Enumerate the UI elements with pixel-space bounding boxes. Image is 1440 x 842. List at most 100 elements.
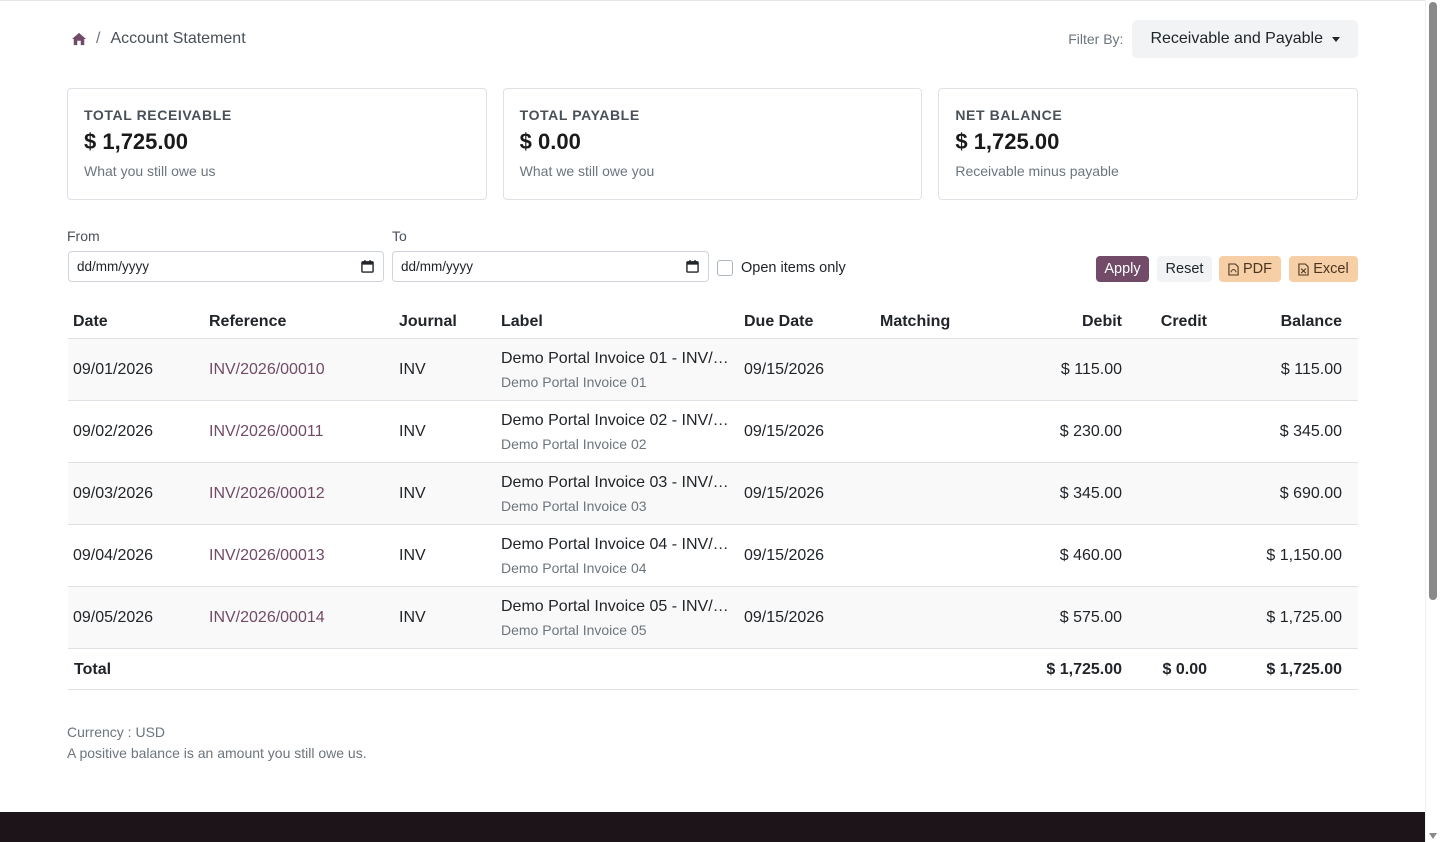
total-label: Total <box>74 661 112 678</box>
scrollbar-thumb[interactable] <box>1429 2 1437 600</box>
row-reference-link[interactable]: INV/2026/00011 <box>209 423 323 441</box>
from-date-input[interactable]: dd/mm/yyyy <box>68 251 384 282</box>
row-due-date: 09/15/2026 <box>744 423 825 440</box>
card-value: $ 0.00 <box>519 129 581 154</box>
col-due-date: Due Date <box>744 313 814 330</box>
row-journal: INV <box>399 485 426 502</box>
row-debit: $ 460.00 <box>1059 547 1122 564</box>
row-balance: $ 115.00 <box>1280 361 1342 378</box>
row-debit: $ 345.00 <box>1059 485 1122 502</box>
table-row: 09/02/2026 INV/2026/00011 INV Demo Porta… <box>68 401 1358 463</box>
breadcrumb-separator: / <box>96 30 101 47</box>
row-reference-link[interactable]: INV/2026/00014 <box>209 609 325 627</box>
row-date: 09/05/2026 <box>73 609 154 626</box>
card-subtitle: What we still owe you <box>519 163 655 179</box>
row-balance: $ 345.00 <box>1279 423 1342 440</box>
filter-group: Filter By: Receivable and Payable <box>1068 20 1358 58</box>
total-payable-card: TOTAL PAYABLE $ 0.00 What we still owe y… <box>502 88 923 200</box>
open-items-label[interactable]: Open items only <box>741 260 846 276</box>
currency-note: Currency : USD <box>67 724 166 740</box>
card-subtitle: What you still owe us <box>84 163 216 179</box>
row-journal: INV <box>399 609 426 626</box>
row-journal: INV <box>399 361 426 378</box>
card-title: NET BALANCE <box>955 107 1063 123</box>
apply-button[interactable]: Apply <box>1096 256 1149 282</box>
to-date-value: dd/mm/yyyy <box>401 259 474 274</box>
row-reference-link[interactable]: INV/2026/00013 <box>209 547 325 565</box>
table-row: 09/01/2026 INV/2026/00010 INV Demo Porta… <box>68 339 1358 401</box>
card-subtitle: Receivable minus payable <box>955 163 1119 179</box>
caret-down-icon <box>1332 36 1340 42</box>
summary-cards: TOTAL RECEIVABLE $ 1,725.00 What you sti… <box>67 88 1359 200</box>
row-balance: $ 1,150.00 <box>1266 547 1342 564</box>
row-label: Demo Portal Invoice 03 - INV/2026/00012 <box>501 474 729 491</box>
vertical-scrollbar[interactable] <box>1425 0 1440 842</box>
to-label: To <box>392 228 407 244</box>
pdf-label: PDF <box>1243 261 1272 277</box>
reset-button[interactable]: Reset <box>1157 256 1212 282</box>
total-balance: $ 1,725.00 <box>1266 661 1342 678</box>
row-date: 09/03/2026 <box>73 485 154 502</box>
pdf-export-button[interactable]: PDF <box>1219 256 1281 282</box>
scroll-down-arrow-icon[interactable] <box>1429 833 1437 839</box>
row-reference-link[interactable]: INV/2026/00010 <box>209 361 325 379</box>
file-pdf-icon <box>1228 262 1239 276</box>
row-debit: $ 575.00 <box>1059 609 1122 626</box>
card-title: TOTAL RECEIVABLE <box>84 107 232 123</box>
row-debit: $ 115.00 <box>1060 361 1122 378</box>
col-journal: Journal <box>399 313 457 330</box>
card-value: $ 1,725.00 <box>84 129 188 154</box>
row-sublabel: Demo Portal Invoice 02 <box>501 436 647 452</box>
calendar-icon[interactable] <box>361 260 374 273</box>
excel-export-button[interactable]: Excel <box>1289 256 1358 282</box>
excel-label: Excel <box>1313 261 1349 277</box>
filter-dropdown[interactable]: Receivable and Payable <box>1132 20 1358 58</box>
calendar-icon[interactable] <box>686 260 699 273</box>
row-sublabel: Demo Portal Invoice 04 <box>501 560 647 576</box>
table-row: 09/03/2026 INV/2026/00012 INV Demo Porta… <box>68 463 1358 525</box>
row-due-date: 09/15/2026 <box>744 609 825 626</box>
top-border <box>0 0 1425 1</box>
row-debit: $ 230.00 <box>1059 423 1122 440</box>
from-date-value: dd/mm/yyyy <box>77 259 150 274</box>
balance-explanation: A positive balance is an amount you stil… <box>67 745 367 761</box>
col-date: Date <box>73 313 108 330</box>
total-debit: $ 1,725.00 <box>1046 661 1122 678</box>
open-items-checkbox[interactable] <box>717 260 733 276</box>
table-header: Date Reference Journal Label Due Date Ma… <box>68 306 1358 339</box>
net-balance-card: NET BALANCE $ 1,725.00 Receivable minus … <box>938 88 1359 200</box>
row-due-date: 09/15/2026 <box>744 547 825 564</box>
breadcrumb: / Account Statement <box>72 30 246 48</box>
filter-selected: Receivable and Payable <box>1150 30 1323 47</box>
row-date: 09/01/2026 <box>73 361 154 378</box>
row-balance: $ 690.00 <box>1279 485 1342 502</box>
row-label: Demo Portal Invoice 02 - INV/2026/00011 <box>501 412 729 429</box>
table-total-row: Total $ 1,725.00 $ 0.00 $ 1,725.00 <box>68 649 1358 690</box>
to-date-input[interactable]: dd/mm/yyyy <box>392 251 709 282</box>
card-title: TOTAL PAYABLE <box>519 107 640 123</box>
row-date: 09/04/2026 <box>73 547 154 564</box>
row-due-date: 09/15/2026 <box>744 485 825 502</box>
table-row: 09/05/2026 INV/2026/00014 INV Demo Porta… <box>68 587 1358 649</box>
col-matching: Matching <box>880 313 951 330</box>
row-date: 09/02/2026 <box>73 423 154 440</box>
row-journal: INV <box>399 423 426 440</box>
home-icon[interactable] <box>72 32 86 46</box>
filter-label: Filter By: <box>1068 31 1124 47</box>
card-value: $ 1,725.00 <box>955 129 1060 154</box>
col-credit: Credit <box>1160 313 1207 330</box>
total-credit: $ 0.00 <box>1162 661 1207 678</box>
row-sublabel: Demo Portal Invoice 03 <box>501 498 647 514</box>
from-label: From <box>67 228 100 244</box>
breadcrumb-current: Account Statement <box>110 30 246 47</box>
row-label: Demo Portal Invoice 04 - INV/2026/00013 <box>501 536 729 553</box>
row-sublabel: Demo Portal Invoice 01 <box>501 374 647 390</box>
row-journal: INV <box>399 547 426 564</box>
row-label: Demo Portal Invoice 01 - INV/2026/00010 <box>501 350 729 367</box>
col-debit: Debit <box>1082 313 1122 330</box>
col-balance: Balance <box>1280 313 1342 330</box>
col-reference: Reference <box>209 313 287 330</box>
total-receivable-card: TOTAL RECEIVABLE $ 1,725.00 What you sti… <box>67 88 487 200</box>
file-excel-icon <box>1298 262 1309 276</box>
row-reference-link[interactable]: INV/2026/00012 <box>209 485 325 503</box>
